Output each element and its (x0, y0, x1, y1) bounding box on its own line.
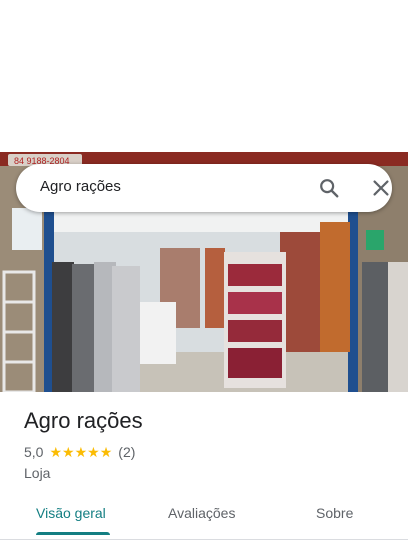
review-count[interactable]: (2) (118, 444, 135, 460)
star-icon: ★ (49, 444, 63, 460)
rating-value: 5,0 (24, 444, 44, 460)
place-tabs: Visão geral Avaliações Sobre (0, 496, 408, 536)
rating-row[interactable]: 5,0 ★ ★ ★ ★ ★ (2) (24, 444, 135, 460)
star-icon: ★ (87, 444, 100, 460)
place-title: Agro rações (24, 408, 143, 433)
search-bar[interactable]: Agro rações (16, 164, 392, 212)
star-rating: ★ ★ ★ ★ ★ (49, 445, 112, 459)
place-category: Loja (24, 465, 51, 481)
tab-about[interactable]: Sobre (316, 505, 353, 521)
star-icon: ★ (62, 444, 75, 460)
close-icon[interactable] (370, 177, 392, 199)
search-input[interactable]: Agro rações (40, 178, 121, 195)
search-icon[interactable] (318, 177, 340, 199)
tab-overview[interactable]: Visão geral (36, 505, 106, 521)
tab-reviews[interactable]: Avaliações (168, 505, 235, 521)
star-icon: ★ (99, 444, 113, 460)
tabs-divider (0, 539, 408, 540)
star-icon: ★ (74, 444, 88, 460)
map-area-blank (0, 0, 408, 152)
active-tab-indicator (36, 532, 110, 535)
